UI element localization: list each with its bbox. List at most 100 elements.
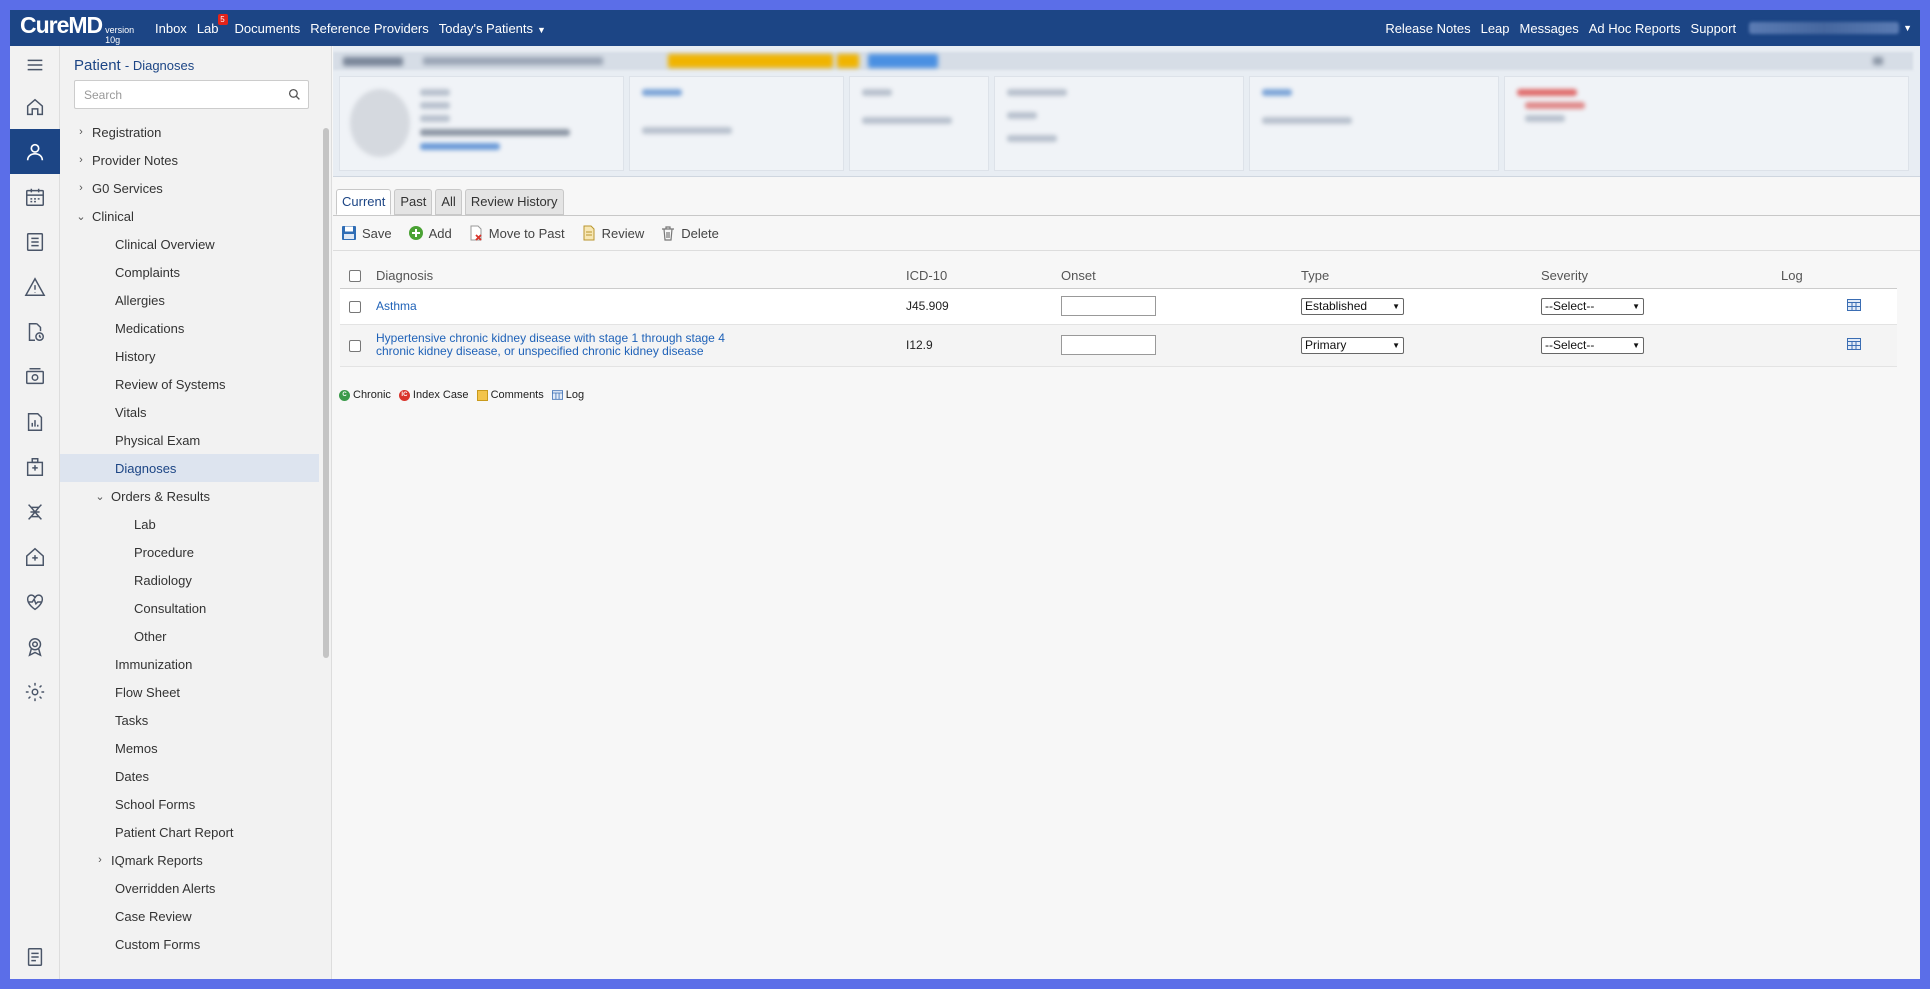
sidebar-item-allergies[interactable]: Allergies: [60, 286, 331, 314]
search-input[interactable]: [75, 87, 280, 102]
tab-past[interactable]: Past: [394, 189, 433, 215]
chart-report-icon[interactable]: [10, 399, 60, 444]
move-to-past-button[interactable]: Move to Past: [468, 225, 565, 241]
dna-icon[interactable]: [10, 489, 60, 534]
sidebar-item-flow-sheet[interactable]: Flow Sheet: [60, 678, 331, 706]
sidebar-item-dates[interactable]: Dates: [60, 762, 331, 790]
nav-release-notes[interactable]: Release Notes: [1380, 21, 1475, 36]
toolbar-divider: [333, 250, 1920, 251]
chevron-right-icon[interactable]: ›: [74, 126, 88, 138]
billing-icon[interactable]: [10, 354, 60, 399]
nav-messages[interactable]: Messages: [1515, 21, 1584, 36]
chevron-down-icon[interactable]: ▼: [1903, 23, 1912, 33]
sidebar-item-complaints[interactable]: Complaints: [60, 258, 331, 286]
sidebar-item-history[interactable]: History: [60, 342, 331, 370]
user-menu-redacted[interactable]: [1749, 22, 1900, 34]
nav-support[interactable]: Support: [1686, 21, 1742, 36]
nav-reference-providers[interactable]: Reference Providers: [305, 21, 434, 36]
type-select[interactable]: Primary ▼: [1301, 336, 1404, 354]
onset-input[interactable]: [1061, 296, 1156, 316]
sidebar-item-lab[interactable]: Lab: [60, 510, 331, 538]
sidebar-item-orders-results[interactable]: ⌄ Orders & Results: [60, 482, 331, 510]
delete-button[interactable]: Delete: [660, 225, 719, 241]
log-icon[interactable]: [1847, 298, 1861, 314]
diagnosis-link[interactable]: Asthma: [376, 299, 906, 313]
sidebar-item-radiology[interactable]: Radiology: [60, 566, 331, 594]
sidebar-item-immunization[interactable]: Immunization: [60, 650, 331, 678]
sidebar-item-registration[interactable]: › Registration: [60, 118, 331, 146]
curemd-logo[interactable]: CureMD version 10g: [10, 12, 150, 45]
type-select-value: Primary: [1305, 338, 1347, 352]
nav-ad-hoc-reports[interactable]: Ad Hoc Reports: [1584, 21, 1686, 36]
patient-icon[interactable]: [10, 129, 60, 174]
col-log: Log: [1781, 263, 1897, 289]
legend-comments-label: Comments: [490, 389, 544, 401]
review-button[interactable]: Review: [581, 225, 644, 241]
sidebar-item-tasks[interactable]: Tasks: [60, 706, 331, 734]
alert-icon[interactable]: [10, 264, 60, 309]
col-severity[interactable]: Severity: [1541, 263, 1781, 289]
row-checkbox[interactable]: [349, 339, 361, 352]
sidebar-item-case-review[interactable]: Case Review: [60, 902, 331, 930]
sidebar-item-physical-exam[interactable]: Physical Exam: [60, 426, 331, 454]
award-icon[interactable]: [10, 624, 60, 669]
home-icon[interactable]: [10, 84, 60, 129]
chevron-right-icon[interactable]: ›: [74, 182, 88, 194]
heart-pulse-icon[interactable]: [10, 579, 60, 624]
onset-input[interactable]: [1061, 335, 1156, 355]
gear-icon[interactable]: [10, 669, 60, 714]
sidebar-item-diagnoses[interactable]: Diagnoses: [60, 454, 319, 482]
col-type[interactable]: Type: [1301, 263, 1541, 289]
sidebar-scrollbar[interactable]: [323, 128, 329, 658]
sidebar-item-review-of-systems[interactable]: Review of Systems: [60, 370, 331, 398]
document-clock-icon[interactable]: [10, 309, 60, 354]
sidebar-item-clinical[interactable]: ⌄ Clinical: [60, 202, 331, 230]
nav-documents[interactable]: Documents: [230, 21, 306, 36]
log-icon[interactable]: [1847, 337, 1861, 353]
col-icd10[interactable]: ICD-10: [906, 263, 1061, 289]
house-medical-icon[interactable]: [10, 534, 60, 579]
col-diagnosis[interactable]: Diagnosis: [376, 263, 906, 289]
sidebar-item-medications[interactable]: Medications: [60, 314, 331, 342]
menu-icon[interactable]: [10, 46, 60, 84]
sidebar-item-provider-notes[interactable]: › Provider Notes: [60, 146, 331, 174]
calendar-icon[interactable]: [10, 174, 60, 219]
sidebar-item-consultation[interactable]: Consultation: [60, 594, 331, 622]
hospital-icon[interactable]: [10, 444, 60, 489]
sidebar-item-memos[interactable]: Memos: [60, 734, 331, 762]
notes-icon[interactable]: [10, 934, 60, 979]
sidebar-item-patient-chart-report[interactable]: Patient Chart Report: [60, 818, 331, 846]
diagnosis-link[interactable]: Hypertensive chronic kidney disease with…: [376, 332, 751, 358]
tab-current[interactable]: Current: [336, 189, 392, 215]
nav-leap[interactable]: Leap: [1476, 21, 1515, 36]
list-icon[interactable]: [10, 219, 60, 264]
row-checkbox[interactable]: [349, 300, 361, 313]
col-onset[interactable]: Onset: [1061, 263, 1301, 289]
sidebar-item-vitals[interactable]: Vitals: [60, 398, 331, 426]
add-button[interactable]: Add: [408, 225, 452, 241]
tab-all[interactable]: All: [435, 189, 462, 215]
sidebar-item-g0-services[interactable]: › G0 Services: [60, 174, 331, 202]
nav-lab[interactable]: Lab 5: [192, 13, 228, 36]
type-select[interactable]: Established ▼: [1301, 297, 1404, 315]
severity-select[interactable]: --Select-- ▼: [1541, 297, 1644, 315]
chevron-down-icon[interactable]: ⌄: [74, 210, 88, 223]
chevron-right-icon[interactable]: ›: [93, 854, 107, 866]
sidebar-item-overridden-alerts[interactable]: Overridden Alerts: [60, 874, 331, 902]
chevron-right-icon[interactable]: ›: [74, 154, 88, 166]
nav-todays-patients[interactable]: Today's Patients ▼: [434, 21, 551, 36]
chevron-down-icon[interactable]: ⌄: [93, 490, 107, 503]
select-all-checkbox[interactable]: [349, 270, 361, 283]
tab-review-history[interactable]: Review History: [464, 189, 564, 215]
sidebar-item-iqmark-reports[interactable]: › IQmark Reports: [60, 846, 331, 874]
severity-select[interactable]: --Select-- ▼: [1541, 336, 1644, 354]
sidebar-item-school-forms[interactable]: School Forms: [60, 790, 331, 818]
search-icon[interactable]: [280, 88, 308, 101]
sidebar-item-label: Overridden Alerts: [115, 880, 216, 896]
sidebar-item-clinical-overview[interactable]: Clinical Overview: [60, 230, 331, 258]
sidebar-item-procedure[interactable]: Procedure: [60, 538, 331, 566]
sidebar-item-other[interactable]: Other: [60, 622, 331, 650]
nav-inbox[interactable]: Inbox: [150, 21, 192, 36]
sidebar-item-custom-forms[interactable]: Custom Forms: [60, 930, 331, 958]
save-button[interactable]: Save: [341, 225, 392, 241]
